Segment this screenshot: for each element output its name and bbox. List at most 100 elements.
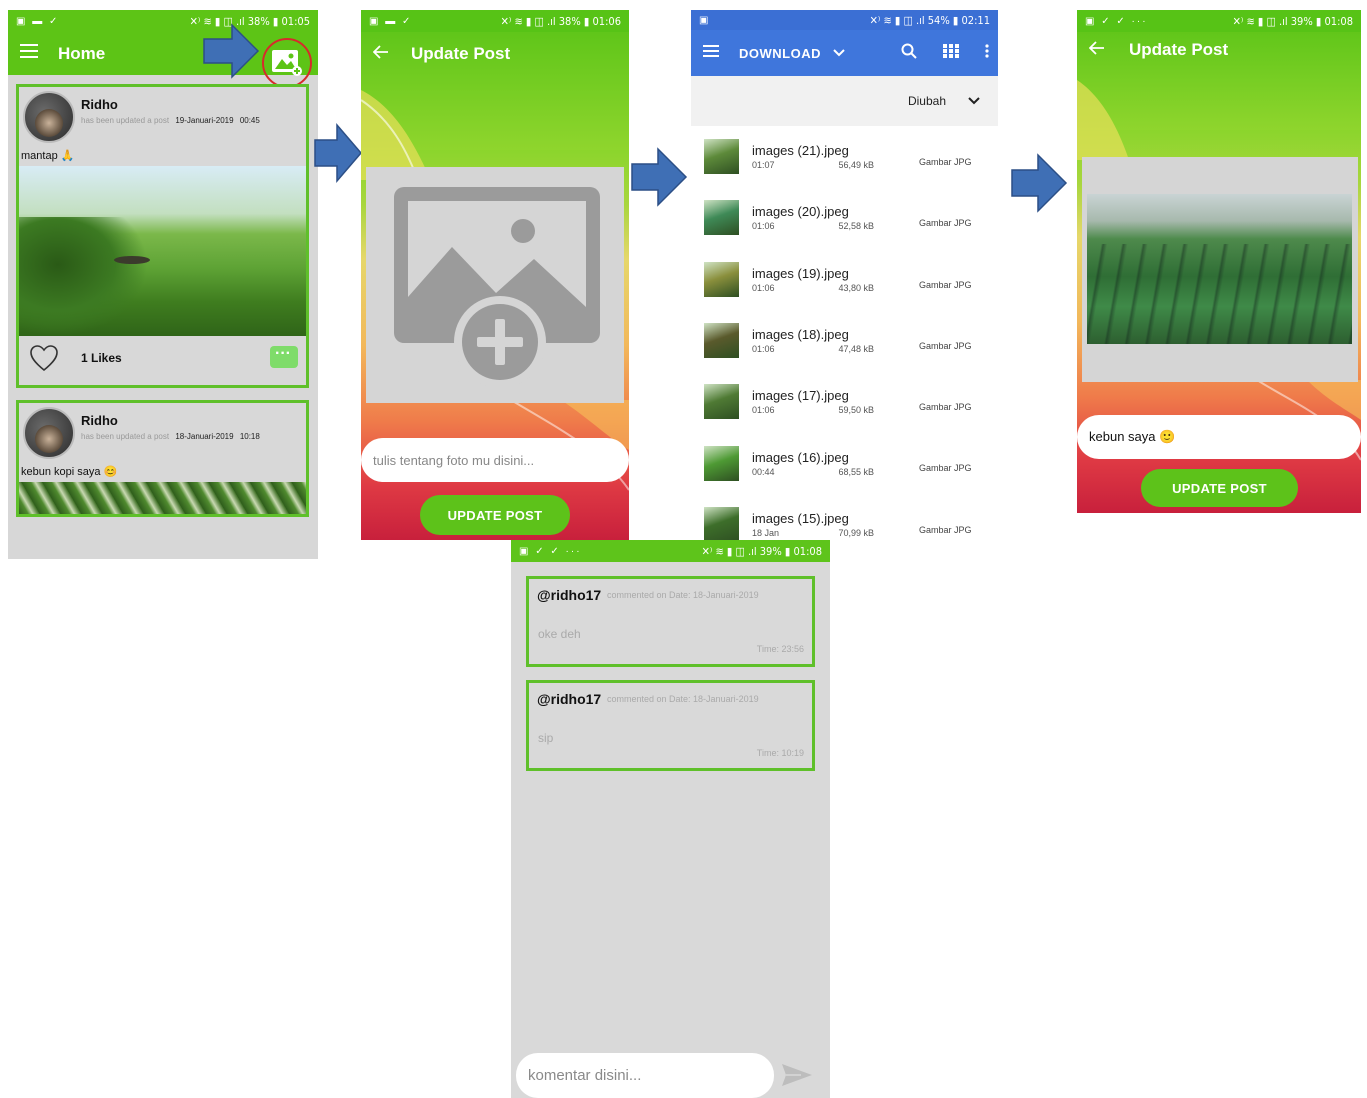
file-row[interactable]: images (21).jpeg 01:07 56,49 kB Gambar JPG <box>691 126 998 187</box>
file-size: 52,58 kB <box>838 221 874 232</box>
post-author[interactable]: Ridho <box>81 413 260 428</box>
caption-placeholder: tulis tentang foto mu disini... <box>373 452 535 468</box>
back-arrow-icon[interactable] <box>1088 40 1105 60</box>
comment-user[interactable]: @ridho17 <box>537 691 601 707</box>
update-app-bar: Update Post <box>1077 32 1361 68</box>
file-name: images (16).jpeg <box>752 449 849 465</box>
menu-icon[interactable] <box>703 44 719 62</box>
file-type: Gambar JPG <box>919 402 972 413</box>
post-action: has been updated a post <box>81 432 170 441</box>
avatar[interactable] <box>23 91 75 143</box>
status-icons-left: ▣ <box>699 14 711 26</box>
file-info: images (20).jpeg 01:06 52,58 kB <box>752 204 912 231</box>
update-post-screen-empty: ▣ ▬ ✓ ✕⁾ ≋ ▮ ◫ .ıl 38% ▮ 01:06 Update Po… <box>361 10 629 540</box>
file-details: 01:06 43,80 kB <box>752 283 874 293</box>
search-icon[interactable] <box>901 43 917 64</box>
file-thumbnail <box>704 506 739 540</box>
file-info: images (19).jpeg 01:06 43,80 kB <box>752 266 912 293</box>
status-bar: ▣ ▬ ✓ ✕⁾ ≋ ▮ ◫ .ıl 38% ▮ 01:06 <box>361 10 629 32</box>
file-thumbnail <box>704 384 739 420</box>
post-card[interactable]: Ridho has been updated a post 19-Januari… <box>16 84 309 388</box>
back-arrow-icon[interactable] <box>372 44 389 64</box>
image-picker-area[interactable] <box>366 167 624 403</box>
update-post-button[interactable]: UPDATE POST <box>1141 469 1298 507</box>
post-author[interactable]: Ridho <box>81 97 260 112</box>
arrow-icon <box>1011 153 1068 213</box>
file-details: 01:06 52,58 kB <box>752 221 874 231</box>
status-icons-left: ▣ ▬ ✓ <box>16 15 60 27</box>
file-thumbnail <box>704 261 739 297</box>
more-options-icon[interactable] <box>985 43 989 63</box>
comment-time: Time: 23:56 <box>756 644 804 654</box>
comment-text: oke deh <box>538 627 581 641</box>
status-icons-left: ▣ ✓ ✓ ··· <box>1085 15 1148 27</box>
file-size: 47,48 kB <box>838 344 874 355</box>
file-row[interactable]: images (19).jpeg 01:06 43,80 kB Gambar JPG <box>691 249 998 310</box>
menu-icon[interactable] <box>20 44 38 63</box>
file-info: images (16).jpeg 00:44 68,55 kB <box>752 450 912 477</box>
file-type: Gambar JPG <box>919 463 972 474</box>
status-bar: ▣ ✓ ✓ ··· ✕⁾ ≋ ▮ ◫ .ıl 39% ▮ 01:08 <box>1077 10 1361 32</box>
selected-photo <box>1087 194 1352 344</box>
post-meta: has been updated a post 18-Januari-2019 … <box>81 432 260 441</box>
status-icons-right: ✕⁾ ≋ ▮ ◫ .ıl 39% ▮ 01:08 <box>701 544 822 558</box>
file-details: 01:07 56,49 kB <box>752 160 874 170</box>
file-name: images (18).jpeg <box>752 327 849 343</box>
sort-label: Diubah <box>907 94 946 108</box>
file-row[interactable]: images (18).jpeg 01:06 47,48 kB Gambar JPG <box>691 310 998 371</box>
chevron-down-icon[interactable] <box>833 44 845 62</box>
file-row[interactable]: images (15).jpeg 18 Jan 70,99 kB Gambar JPG <box>691 494 998 540</box>
caption-input[interactable]: kebun saya 🙂 <box>1077 415 1361 459</box>
file-row[interactable]: images (17).jpeg 01:06 59,50 kB Gambar JPG <box>691 371 998 432</box>
file-type: Gambar JPG <box>919 279 972 290</box>
post-photo[interactable] <box>19 482 306 514</box>
file-info: images (15).jpeg 18 Jan 70,99 kB <box>752 511 912 538</box>
file-details: 00:44 68,55 kB <box>752 467 874 477</box>
add-photo-button[interactable] <box>262 38 312 88</box>
send-icon[interactable] <box>781 1062 813 1088</box>
status-bar: ▣ ✕⁾ ≋ ▮ ◫ .ıl 54% ▮ 02:11 <box>691 10 998 30</box>
file-name: images (19).jpeg <box>752 265 849 281</box>
file-thumbnail <box>704 139 739 175</box>
file-size: 70,99 kB <box>838 527 874 538</box>
caption-value: kebun saya 🙂 <box>1089 429 1176 444</box>
file-name: images (15).jpeg <box>752 510 849 526</box>
status-icons-right: ✕⁾ ≋ ▮ ◫ .ıl 39% ▮ 01:08 <box>1232 14 1353 28</box>
comment-icon[interactable] <box>270 345 298 368</box>
status-icons-right: ✕⁾ ≋ ▮ ◫ .ıl 54% ▮ 02:11 <box>869 13 990 27</box>
file-details: 01:06 59,50 kB <box>752 405 874 415</box>
update-post-button[interactable]: UPDATE POST <box>420 495 570 535</box>
file-row[interactable]: images (20).jpeg 01:06 52,58 kB Gambar JPG <box>691 187 998 248</box>
file-list: images (21).jpeg 01:07 56,49 kB Gambar JPG i… <box>691 126 998 540</box>
status-icons-left: ▣ ▬ ✓ <box>369 15 413 27</box>
file-details: 01:06 47,48 kB <box>752 344 874 354</box>
post-photo[interactable] <box>19 166 306 336</box>
post-caption: mantap 🙏 <box>21 150 75 162</box>
file-info: images (21).jpeg 01:07 56,49 kB <box>752 143 912 170</box>
file-picker-screen: ▣ ✕⁾ ≋ ▮ ◫ .ıl 54% ▮ 02:11 DOWNLOAD Diub… <box>691 10 998 540</box>
post-header: Ridho has been updated a post 19-Januari… <box>19 87 306 145</box>
caption-input[interactable]: tulis tentang foto mu disini... <box>361 438 629 482</box>
file-thumbnail <box>704 323 739 359</box>
post-header: Ridho has been updated a post 18-Januari… <box>19 403 306 461</box>
grid-view-icon[interactable] <box>943 43 959 63</box>
image-picker-area[interactable] <box>1082 157 1358 382</box>
page-title: Update Post <box>411 44 511 63</box>
file-time: 00:44 <box>752 466 775 477</box>
file-info: images (18).jpeg 01:06 47,48 kB <box>752 327 912 354</box>
folder-title[interactable]: DOWNLOAD <box>739 46 821 61</box>
post-footer: 1 Likes <box>19 336 306 380</box>
file-row[interactable]: images (16).jpeg 00:44 68,55 kB Gambar JPG <box>691 432 998 493</box>
comment-time: Time: 10:19 <box>756 748 804 758</box>
file-time: 18 Jan <box>752 527 780 538</box>
arrow-icon <box>203 23 260 79</box>
sort-bar[interactable]: Diubah <box>691 76 998 126</box>
comment-user[interactable]: @ridho17 <box>537 587 601 603</box>
file-time: 01:06 <box>752 405 775 416</box>
heart-icon[interactable] <box>29 344 59 372</box>
comment-input[interactable]: komentar disini... <box>516 1053 774 1098</box>
post-card[interactable]: Ridho has been updated a post 18-Januari… <box>16 400 309 517</box>
avatar[interactable] <box>23 407 75 459</box>
file-type: Gambar JPG <box>919 218 972 229</box>
file-thumbnail <box>704 445 739 481</box>
